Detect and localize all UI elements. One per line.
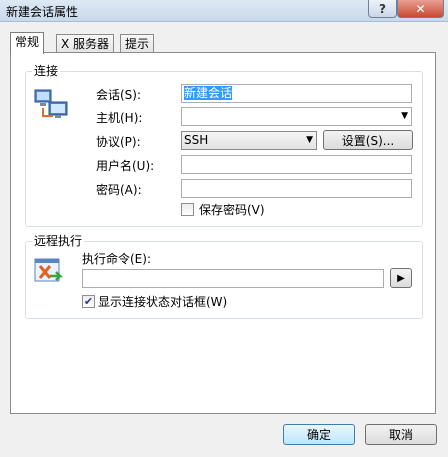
- show-status-dialog-checkbox[interactable]: ✔: [82, 295, 95, 308]
- tab-x-server[interactable]: X 服务器: [56, 34, 115, 53]
- host-label: 主机(H):: [96, 111, 143, 125]
- username-input[interactable]: [181, 155, 412, 174]
- protocol-value: SSH: [184, 133, 209, 147]
- command-label: 执行命令(E):: [82, 252, 151, 266]
- cancel-button[interactable]: 取消: [365, 424, 437, 445]
- command-input[interactable]: [82, 269, 384, 288]
- protocol-label: 协议(P):: [96, 135, 141, 149]
- protocol-select[interactable]: SSH ▼: [181, 131, 317, 150]
- tab-general[interactable]: 常规: [10, 32, 45, 54]
- chevron-down-icon: ▼: [306, 135, 313, 145]
- session-label: 会话(S):: [96, 88, 142, 102]
- connection-group: 连接 会话(S): 新建会话 主机(H): ▼ 协议(P): SSH ▼ 设置(…: [25, 64, 423, 227]
- username-label: 用户名(U):: [96, 159, 155, 173]
- xshell-command-icon: [34, 258, 64, 282]
- title-bar: 新建会话属性 ? ✕: [0, 0, 448, 22]
- save-password-label[interactable]: 保存密码(V): [199, 203, 265, 217]
- tab-panel-general: 连接 会话(S): 新建会话 主机(H): ▼ 协议(P): SSH ▼ 设置(…: [10, 52, 436, 414]
- connection-group-title: 连接: [32, 64, 61, 78]
- help-button[interactable]: ?: [368, 0, 397, 18]
- ok-button[interactable]: 确定: [283, 424, 355, 445]
- remote-exec-group: 远程执行 执行命令(E): ▶ ✔ 显示连接状态对话框(W): [25, 234, 423, 319]
- password-input[interactable]: [181, 179, 412, 198]
- host-combo[interactable]: ▼: [181, 107, 412, 126]
- close-button[interactable]: ✕: [397, 0, 444, 18]
- play-icon: ▶: [397, 272, 405, 284]
- run-command-button[interactable]: ▶: [390, 268, 412, 288]
- window-title: 新建会话属性: [6, 5, 79, 19]
- protocol-settings-button[interactable]: 设置(S)...: [323, 130, 413, 150]
- remote-exec-group-title: 远程执行: [32, 234, 85, 248]
- tab-hint[interactable]: 提示: [120, 34, 155, 53]
- password-label: 密码(A):: [96, 183, 142, 197]
- network-computers-icon: [34, 89, 68, 118]
- save-password-checkbox[interactable]: [181, 203, 194, 216]
- chevron-down-icon: ▼: [401, 111, 408, 121]
- session-name-input[interactable]: 新建会话: [181, 84, 412, 103]
- show-status-dialog-label[interactable]: 显示连接状态对话框(W): [98, 295, 227, 309]
- session-name-value: 新建会话: [184, 86, 233, 100]
